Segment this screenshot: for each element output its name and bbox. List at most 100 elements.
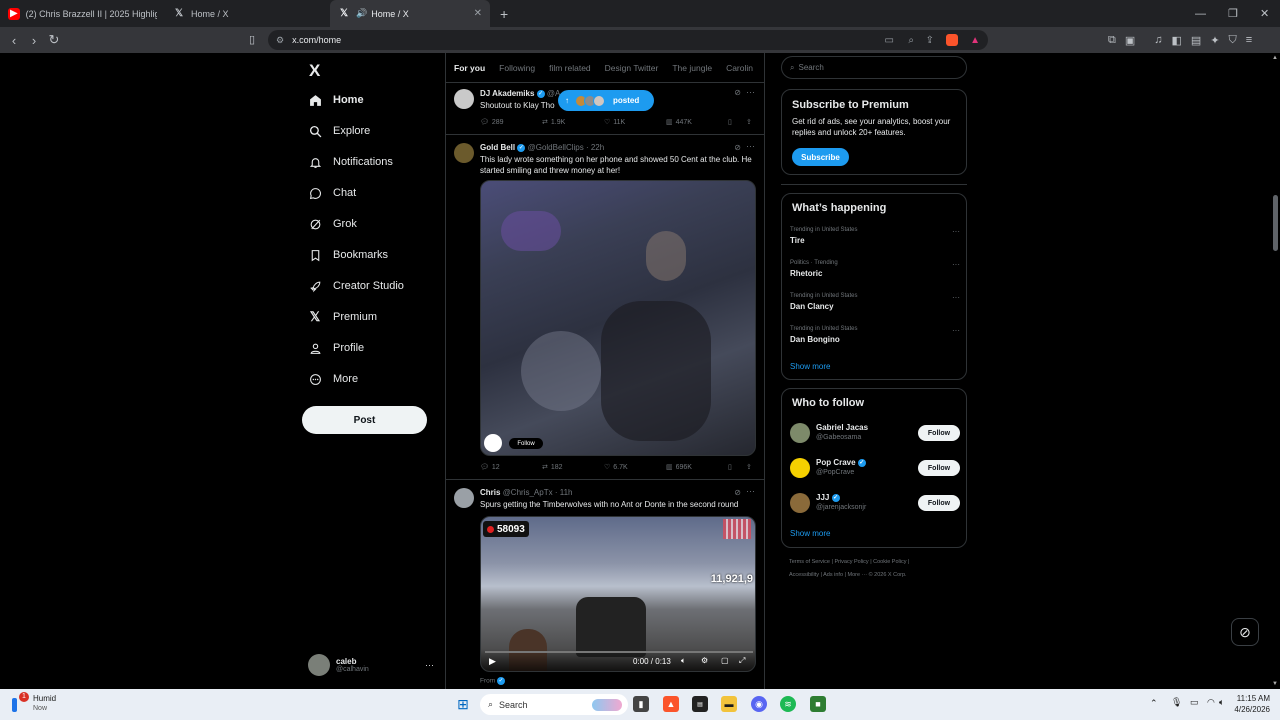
video-progress-bar[interactable] — [485, 651, 753, 653]
brave-shield-icon[interactable] — [946, 34, 958, 46]
avatar[interactable] — [454, 143, 474, 163]
tab-film-related[interactable]: film related — [549, 63, 591, 73]
music-icon[interactable]: ♫ — [1154, 34, 1162, 46]
views-button[interactable]: ▥ 447K — [666, 118, 692, 127]
reply-button[interactable]: 💬︎ 12 — [480, 463, 500, 472]
grok-floating-button[interactable]: ⊘ — [1231, 618, 1259, 646]
chevron-up-icon[interactable]: ⌃ — [1150, 698, 1158, 709]
follow-button[interactable]: Follow — [918, 495, 960, 511]
share-icon[interactable]: ⇪ — [926, 35, 934, 46]
nav-home[interactable]: Home — [308, 90, 364, 110]
nav-explore[interactable]: Explore — [308, 121, 370, 141]
new-tab-button[interactable]: + — [490, 0, 518, 27]
nav-more[interactable]: More — [308, 369, 358, 389]
volume-icon[interactable]: 🔈︎ — [1219, 697, 1224, 708]
app-icon[interactable]: ■ — [810, 696, 826, 712]
more-dots-icon[interactable]: ··· — [746, 87, 755, 97]
scrollbar-thumb[interactable] — [1273, 195, 1278, 251]
author-name[interactable]: DJ Akademiks — [480, 89, 534, 98]
bookmark-button[interactable]: ▯ — [728, 463, 732, 471]
browser-tab-x-active[interactable]: 𝕏 🔊 Home / X ✕ — [330, 0, 490, 27]
trend-item[interactable]: Trending in United States Dan Clancy ··· — [790, 293, 960, 319]
wifi-icon[interactable]: ◠ — [1207, 697, 1215, 708]
grok-icon[interactable]: ⊘ — [734, 488, 741, 497]
more-dots-icon[interactable]: ··· — [952, 293, 960, 302]
wallet-card-icon[interactable]: ▤ — [1191, 34, 1201, 47]
brave-browser-icon[interactable]: ▲ — [663, 696, 679, 712]
search-input[interactable]: ⌕ Search — [781, 56, 967, 79]
nav-creator-studio[interactable]: Creator Studio — [308, 276, 404, 296]
account-switcher[interactable]: caleb @calhavin ··· — [308, 652, 436, 678]
tab-carolin[interactable]: Carolin — [726, 63, 753, 73]
trend-item[interactable]: Politics · Trending Rhetoric ··· — [790, 260, 960, 286]
fullscreen-icon[interactable]: ⤢ — [739, 656, 745, 666]
nav-premium[interactable]: 𝕏 Premium — [308, 307, 377, 327]
close-tab-icon[interactable]: ✕ — [474, 8, 482, 19]
video-owner-avatar[interactable] — [484, 434, 502, 452]
footer-links-1[interactable]: Terms of Service | Privacy Policy | Cook… — [789, 559, 909, 565]
new-posts-pill[interactable]: ↑ posted — [558, 90, 654, 111]
more-dots-icon[interactable]: ··· — [952, 227, 960, 236]
site-info-icon[interactable]: ⚙ — [276, 35, 284, 46]
author-handle[interactable]: @GoldBellClips · 22h — [528, 143, 605, 152]
avatar[interactable] — [454, 488, 474, 508]
brave-rewards-icon[interactable]: ▲ — [970, 35, 980, 46]
scroll-up-icon[interactable]: ▲ — [1272, 55, 1278, 61]
reply-button[interactable]: 💬︎ 289 — [480, 118, 504, 127]
follow-suggestion[interactable]: Pop Crave ✓ @PopCrave Follow — [790, 456, 960, 480]
close-window-button[interactable]: ✕ — [1260, 0, 1269, 27]
tweet-video[interactable]: Follow — [480, 180, 756, 456]
app-icon[interactable]: ▤ — [692, 696, 708, 712]
more-dots-icon[interactable]: ··· — [746, 141, 755, 151]
sidebar-toggle-icon[interactable]: ◧ — [1172, 34, 1182, 47]
pip-icon[interactable]: ▢ — [721, 656, 729, 665]
grok-icon[interactable]: ⊘ — [734, 88, 741, 97]
trend-item[interactable]: Trending in United States Dan Bongino ··… — [790, 326, 960, 352]
display-icon[interactable]: ▭ — [1190, 697, 1199, 708]
nav-notifications[interactable]: Notifications — [308, 152, 393, 172]
windows-start-icon[interactable]: ⊞ — [455, 696, 471, 712]
task-view-icon[interactable]: ▮ — [633, 696, 649, 712]
tweet[interactable]: Gold Bell ✓ @GoldBellClips · 22h ⊘ ··· T… — [446, 135, 765, 480]
browser-tab-x[interactable]: 𝕏 Home / X — [165, 0, 330, 27]
cast-icon[interactable]: ▭ — [885, 35, 894, 46]
avatar[interactable] — [454, 89, 474, 109]
tab-for-you[interactable]: For you — [454, 63, 486, 82]
views-button[interactable]: ▥ 696K — [666, 463, 692, 472]
show-more-link[interactable]: Show more — [790, 362, 830, 371]
play-icon[interactable]: ▶ — [489, 656, 496, 667]
tab-following[interactable]: Following — [499, 63, 535, 73]
more-dots-icon[interactable]: ··· — [952, 260, 960, 269]
maximize-button[interactable]: ❐ — [1228, 0, 1238, 27]
share-button[interactable]: ⇪ — [746, 463, 752, 471]
like-button[interactable]: ♡ 6.7K — [604, 463, 628, 472]
forward-button[interactable]: › — [24, 33, 44, 48]
follow-suggestion[interactable]: JJJ ✓ @jarenjacksonjr Follow — [790, 491, 960, 515]
taskbar-search[interactable]: ⌕ Search — [480, 694, 628, 715]
reload-button[interactable]: ↻ — [44, 32, 64, 48]
subscribe-button[interactable]: Subscribe — [792, 148, 849, 166]
zoom-icon[interactable]: ⌕ — [908, 35, 914, 46]
avatar[interactable] — [790, 493, 810, 513]
vpn-icon[interactable]: ⛉ — [1229, 34, 1237, 47]
avatar[interactable] — [790, 458, 810, 478]
share-button[interactable]: ⇪ — [746, 118, 752, 126]
bookmark-button[interactable]: ▯ — [728, 118, 732, 126]
repost-button[interactable]: ⇄ 1.9K — [542, 118, 565, 127]
wallet-icon[interactable]: ▣ — [1125, 34, 1135, 47]
tweet[interactable]: Chris @Chris_ApTx · 11h ⊘ ··· Spurs gett… — [446, 480, 765, 689]
repost-button[interactable]: ⇄ 182 — [542, 463, 563, 472]
video-follow-button[interactable]: Follow — [509, 438, 543, 449]
back-button[interactable]: ‹ — [4, 33, 24, 48]
post-button[interactable]: Post — [302, 406, 427, 434]
follow-suggestion[interactable]: Gabriel Jacas @Gabeosama Follow — [790, 421, 960, 445]
volume-icon[interactable]: 🔈︎ — [681, 656, 686, 666]
tab-the-jungle[interactable]: The jungle — [672, 63, 712, 73]
address-bar[interactable]: ⚙ x.com/home ▭ ⌕ ⇪ ▲ — [268, 30, 988, 50]
settings-icon[interactable]: ⚙ — [701, 656, 708, 665]
show-more-link[interactable]: Show more — [790, 529, 830, 538]
avatar[interactable] — [790, 423, 810, 443]
tab-design-twitter[interactable]: Design Twitter — [605, 63, 659, 73]
nav-profile[interactable]: Profile — [308, 338, 364, 358]
leo-ai-icon[interactable]: ✦ — [1210, 34, 1219, 47]
